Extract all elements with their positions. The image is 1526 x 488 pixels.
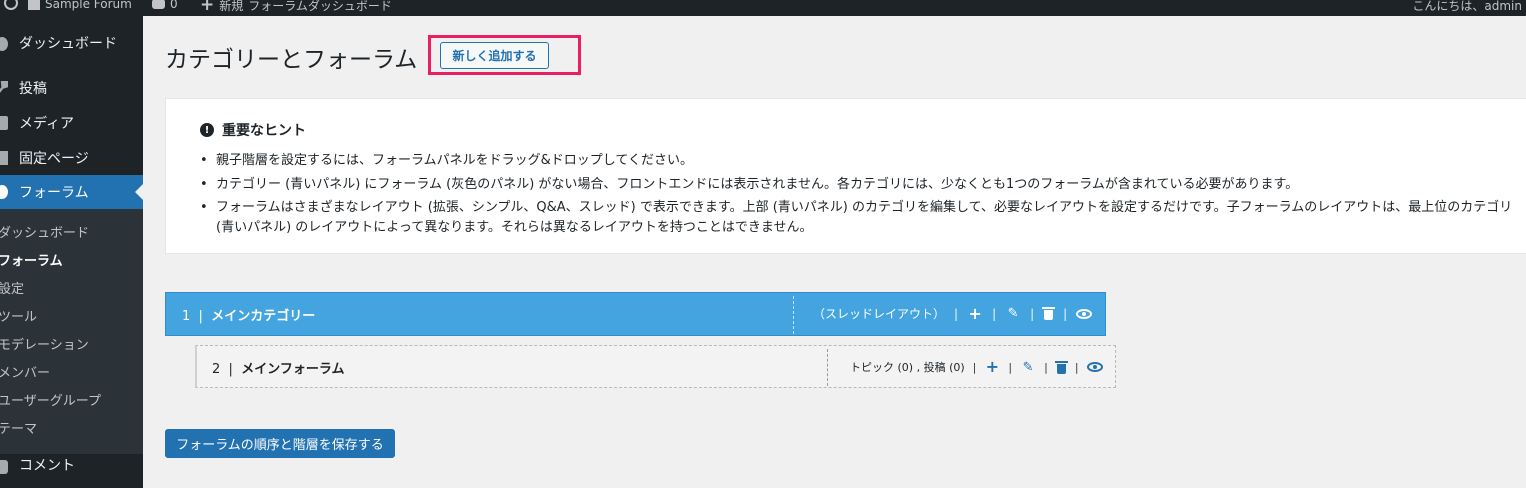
sidebar-item-label: メディア bbox=[19, 116, 75, 132]
submenu-item-settings[interactable]: 設定 bbox=[0, 278, 24, 297]
delete-trash-icon[interactable] bbox=[1054, 360, 1068, 374]
forum-submenu: ダッシュボード フォーラム 設定 ツール モデレーション メンバー ユーザーグル… bbox=[0, 209, 143, 454]
new-content-link[interactable]: + 新規 フォーラムダッシュボード bbox=[200, 0, 392, 14]
row-divider bbox=[793, 296, 794, 334]
forum-stats: トピック (0) , 投稿 (0) bbox=[850, 361, 965, 374]
sidebar-item-label: 投稿 bbox=[19, 81, 47, 97]
tips-heading-text: 重要なヒント bbox=[222, 123, 306, 139]
tips-list: 親子階層を設定するには、フォーラムパネルをドラッグ&ドロップしてください。 カテ… bbox=[200, 150, 1520, 241]
forum-dashboard-link[interactable]: フォーラムダッシュボード bbox=[248, 0, 392, 14]
forum-row[interactable]: 2 | メインフォーラム トピック (0) , 投稿 (0) | | ✎ | | bbox=[195, 345, 1116, 388]
add-forum-icon[interactable] bbox=[967, 306, 983, 322]
forum-actions: トピック (0) , 投稿 (0) | | ✎ | | bbox=[850, 359, 1103, 375]
tip-item: 親子階層を設定するには、フォーラムパネルをドラッグ&ドロップしてください。 bbox=[200, 150, 1520, 171]
info-icon: ! bbox=[200, 123, 214, 137]
forum-icon bbox=[0, 185, 8, 199]
comment-icon bbox=[0, 460, 8, 474]
action-separator: | bbox=[1030, 306, 1035, 321]
row-divider bbox=[827, 349, 828, 386]
sidebar-item-media[interactable]: メディア bbox=[0, 106, 143, 140]
action-separator: | bbox=[1008, 360, 1013, 374]
category-actions: （スレッドレイアウト） | | ✎ | | bbox=[813, 305, 1093, 322]
forum-title: 2 | メインフォーラム bbox=[212, 358, 344, 377]
tip-item: カテゴリー (青いパネル) にフォーラム (灰色のパネル) がない場合、フロント… bbox=[200, 174, 1520, 195]
admin-bar: Sample Forum 0 + 新規 フォーラムダッシュボード こんにちは、a… bbox=[0, 0, 1526, 16]
edit-pencil-icon[interactable]: ✎ bbox=[1005, 306, 1021, 322]
site-name-link[interactable]: Sample Forum bbox=[28, 0, 132, 11]
save-order-button[interactable]: フォーラムの順序と階層を保存する bbox=[165, 429, 395, 458]
forum-name: メインフォーラム bbox=[241, 362, 345, 377]
wordpress-logo-icon[interactable] bbox=[4, 0, 18, 10]
admin-sidebar: ダッシュボード 投稿 メディア 固定ページ フォーラム ダッシュボード フォーラ… bbox=[0, 16, 143, 488]
page-icon bbox=[0, 151, 8, 165]
tips-notice: ! 重要なヒント 親子階層を設定するには、フォーラムパネルをドラッグ&ドロップし… bbox=[165, 98, 1526, 254]
category-row[interactable]: 1 | メインカテゴリー （スレッドレイアウト） | | ✎ | | bbox=[165, 292, 1106, 336]
plus-icon: + bbox=[200, 0, 215, 15]
media-icon bbox=[0, 116, 8, 130]
comment-bubble-icon bbox=[152, 0, 165, 9]
action-separator: | bbox=[972, 360, 977, 374]
category-id: 1 bbox=[182, 309, 191, 324]
new-label: 新規 bbox=[219, 0, 244, 13]
sidebar-item-comments[interactable]: コメント bbox=[0, 448, 143, 482]
sidebar-item-posts[interactable]: 投稿 bbox=[0, 71, 143, 105]
submenu-item-themes[interactable]: テーマ bbox=[0, 418, 37, 437]
sidebar-item-label: 固定ページ bbox=[19, 151, 89, 167]
title-separator: | bbox=[224, 362, 238, 377]
site-name: Sample Forum bbox=[45, 0, 132, 11]
sidebar-item-forum[interactable]: フォーラム bbox=[0, 175, 143, 209]
action-separator: | bbox=[1074, 360, 1079, 374]
category-layout: （スレッドレイアウト） bbox=[813, 307, 946, 321]
view-eye-icon[interactable] bbox=[1076, 308, 1093, 319]
forum-id: 2 bbox=[212, 362, 221, 377]
submenu-item-forums[interactable]: フォーラム bbox=[0, 250, 63, 269]
comments-count: 0 bbox=[170, 0, 178, 11]
sidebar-item-label: コメント bbox=[19, 458, 75, 474]
sidebar-item-label: フォーラム bbox=[19, 185, 89, 201]
account-menu[interactable]: こんにちは、admin bbox=[1412, 0, 1522, 14]
home-icon bbox=[28, 0, 40, 10]
submenu-item-moderation[interactable]: モデレーション bbox=[0, 334, 89, 353]
action-separator: | bbox=[1063, 306, 1068, 321]
howdy-text: こんにちは、admin bbox=[1412, 0, 1522, 13]
dashboard-icon bbox=[0, 37, 8, 51]
category-title: 1 | メインカテゴリー bbox=[182, 305, 315, 324]
action-separator: | bbox=[954, 306, 959, 321]
comments-link[interactable]: 0 bbox=[152, 0, 178, 11]
delete-trash-icon[interactable] bbox=[1042, 307, 1056, 320]
tip-item: フォーラムはさまざまなレイアウト (拡張、シンプル、Q&A、スレッド) で表示で… bbox=[200, 198, 1520, 238]
submenu-item-tools[interactable]: ツール bbox=[0, 306, 37, 325]
submenu-item-members[interactable]: メンバー bbox=[0, 362, 50, 381]
view-eye-icon[interactable] bbox=[1086, 362, 1103, 372]
page-title: カテゴリーとフォーラム bbox=[165, 47, 418, 73]
title-separator: | bbox=[194, 309, 208, 324]
add-subforum-icon[interactable] bbox=[984, 359, 1000, 375]
sidebar-item-dashboard[interactable]: ダッシュボード bbox=[0, 26, 143, 60]
action-separator: | bbox=[1044, 360, 1048, 374]
pin-icon bbox=[0, 81, 8, 95]
category-name: メインカテゴリー bbox=[211, 309, 316, 324]
action-separator: | bbox=[992, 306, 997, 321]
edit-pencil-icon[interactable]: ✎ bbox=[1020, 359, 1036, 375]
submenu-item-dashboard[interactable]: ダッシュボード bbox=[0, 222, 89, 241]
submenu-item-usergroups[interactable]: ユーザーグループ bbox=[0, 390, 101, 409]
sidebar-item-label: ダッシュボード bbox=[19, 36, 117, 52]
sidebar-item-pages[interactable]: 固定ページ bbox=[0, 141, 143, 175]
tips-heading: ! 重要なヒント bbox=[200, 120, 306, 140]
add-new-button[interactable]: 新しく追加する bbox=[440, 42, 549, 69]
